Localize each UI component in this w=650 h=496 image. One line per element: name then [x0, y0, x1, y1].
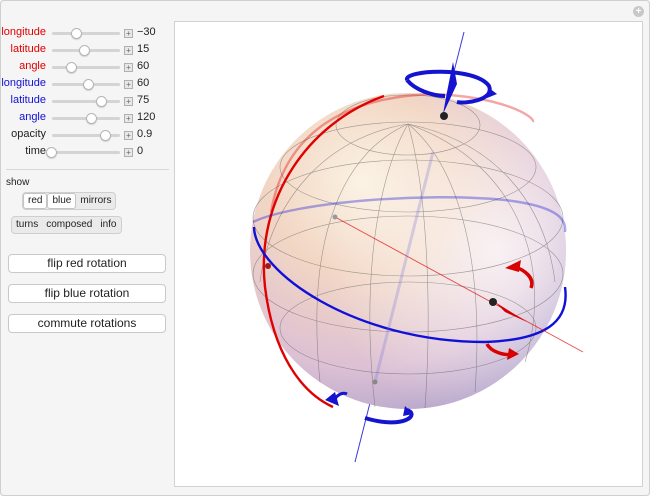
show-info-toggle[interactable]: info [96, 217, 120, 233]
show-composed-toggle[interactable]: composed [42, 217, 96, 233]
slider-track[interactable] [52, 32, 120, 35]
slider-label: longitude [1, 26, 46, 38]
show-label: show [6, 177, 30, 188]
slider-expand-icon[interactable]: + [124, 63, 133, 72]
slider-label: opacity [11, 128, 46, 140]
slider-expand-icon[interactable]: + [124, 80, 133, 89]
flip-red-rotation-button[interactable]: flip red rotation [8, 254, 166, 273]
slider-expand-icon[interactable]: + [124, 131, 133, 140]
slider-row-5: angle +120 [0, 109, 170, 126]
show-mirrors-toggle[interactable]: mirrors [76, 193, 115, 209]
blue-pole-point [440, 112, 448, 120]
slider-value: 75 [137, 94, 150, 106]
slider-expand-icon[interactable]: + [124, 29, 133, 38]
slider-row-1: latitude +15 [0, 41, 170, 58]
slider-expand-icon[interactable]: + [124, 114, 133, 123]
slider-value: −30 [137, 26, 156, 38]
slider-expand-icon[interactable]: + [124, 46, 133, 55]
slider-row-0: longitude + −30 [0, 24, 170, 41]
red-antipode-point [332, 214, 338, 220]
slider-expand-icon[interactable]: + [124, 148, 133, 157]
show-toggle-group-1: red blue mirrors [22, 192, 117, 210]
slider-thumb[interactable] [65, 62, 77, 73]
slider-thumb[interactable] [71, 28, 83, 39]
red-pole-point [489, 298, 497, 306]
slider-thumb[interactable] [46, 147, 57, 158]
slider-value: 0 [137, 145, 144, 157]
sphere-graphic[interactable] [175, 22, 642, 486]
slider-label: time [25, 145, 46, 157]
slider-row-7: time +0 [0, 143, 170, 160]
slider-label: longitude [1, 77, 46, 89]
slider-value: 0.9 [137, 128, 153, 140]
expand-options-icon[interactable]: + [633, 6, 644, 17]
show-blue-toggle[interactable]: blue [47, 193, 77, 209]
slider-expand-icon[interactable]: + [124, 97, 133, 106]
slider-row-3: longitude +60 [0, 75, 170, 92]
show-red-toggle[interactable]: red [23, 193, 48, 209]
slider-label: latitude [10, 94, 46, 106]
show-turns-toggle[interactable]: turns [12, 217, 42, 233]
show-toggle-group-2: turns composed info [11, 216, 122, 234]
slider-row-6: opacity +0.9 [0, 126, 170, 143]
slider-row-4: latitude +75 [0, 92, 170, 109]
slider-thumb[interactable] [95, 96, 107, 107]
blue-antipode-point [372, 379, 378, 385]
slider-track[interactable] [52, 66, 120, 69]
slider-row-2: angle +60 [0, 58, 170, 75]
commute-rotations-button[interactable]: commute rotations [8, 314, 166, 333]
slider-thumb[interactable] [79, 45, 90, 56]
slider-value: 120 [137, 111, 156, 123]
flip-blue-rotation-button[interactable]: flip blue rotation [8, 284, 166, 303]
controls-panel: longitude + −30 latitude +15 angle +60 longitud… [0, 24, 170, 160]
slider-label: latitude [10, 43, 46, 55]
slider-value: 60 [137, 60, 150, 72]
slider-value: 15 [137, 43, 150, 55]
red-blue-intersection-point [265, 263, 271, 269]
slider-value: 60 [137, 77, 150, 89]
slider-label: angle [19, 60, 46, 72]
slider-thumb[interactable] [83, 79, 95, 90]
slider-thumb[interactable] [85, 113, 97, 124]
slider-track[interactable] [52, 100, 120, 103]
slider-label: angle [19, 111, 46, 123]
divider [6, 169, 169, 170]
slider-track[interactable] [52, 151, 120, 154]
slider-thumb[interactable] [100, 130, 111, 141]
sphere-plot[interactable] [174, 21, 643, 487]
